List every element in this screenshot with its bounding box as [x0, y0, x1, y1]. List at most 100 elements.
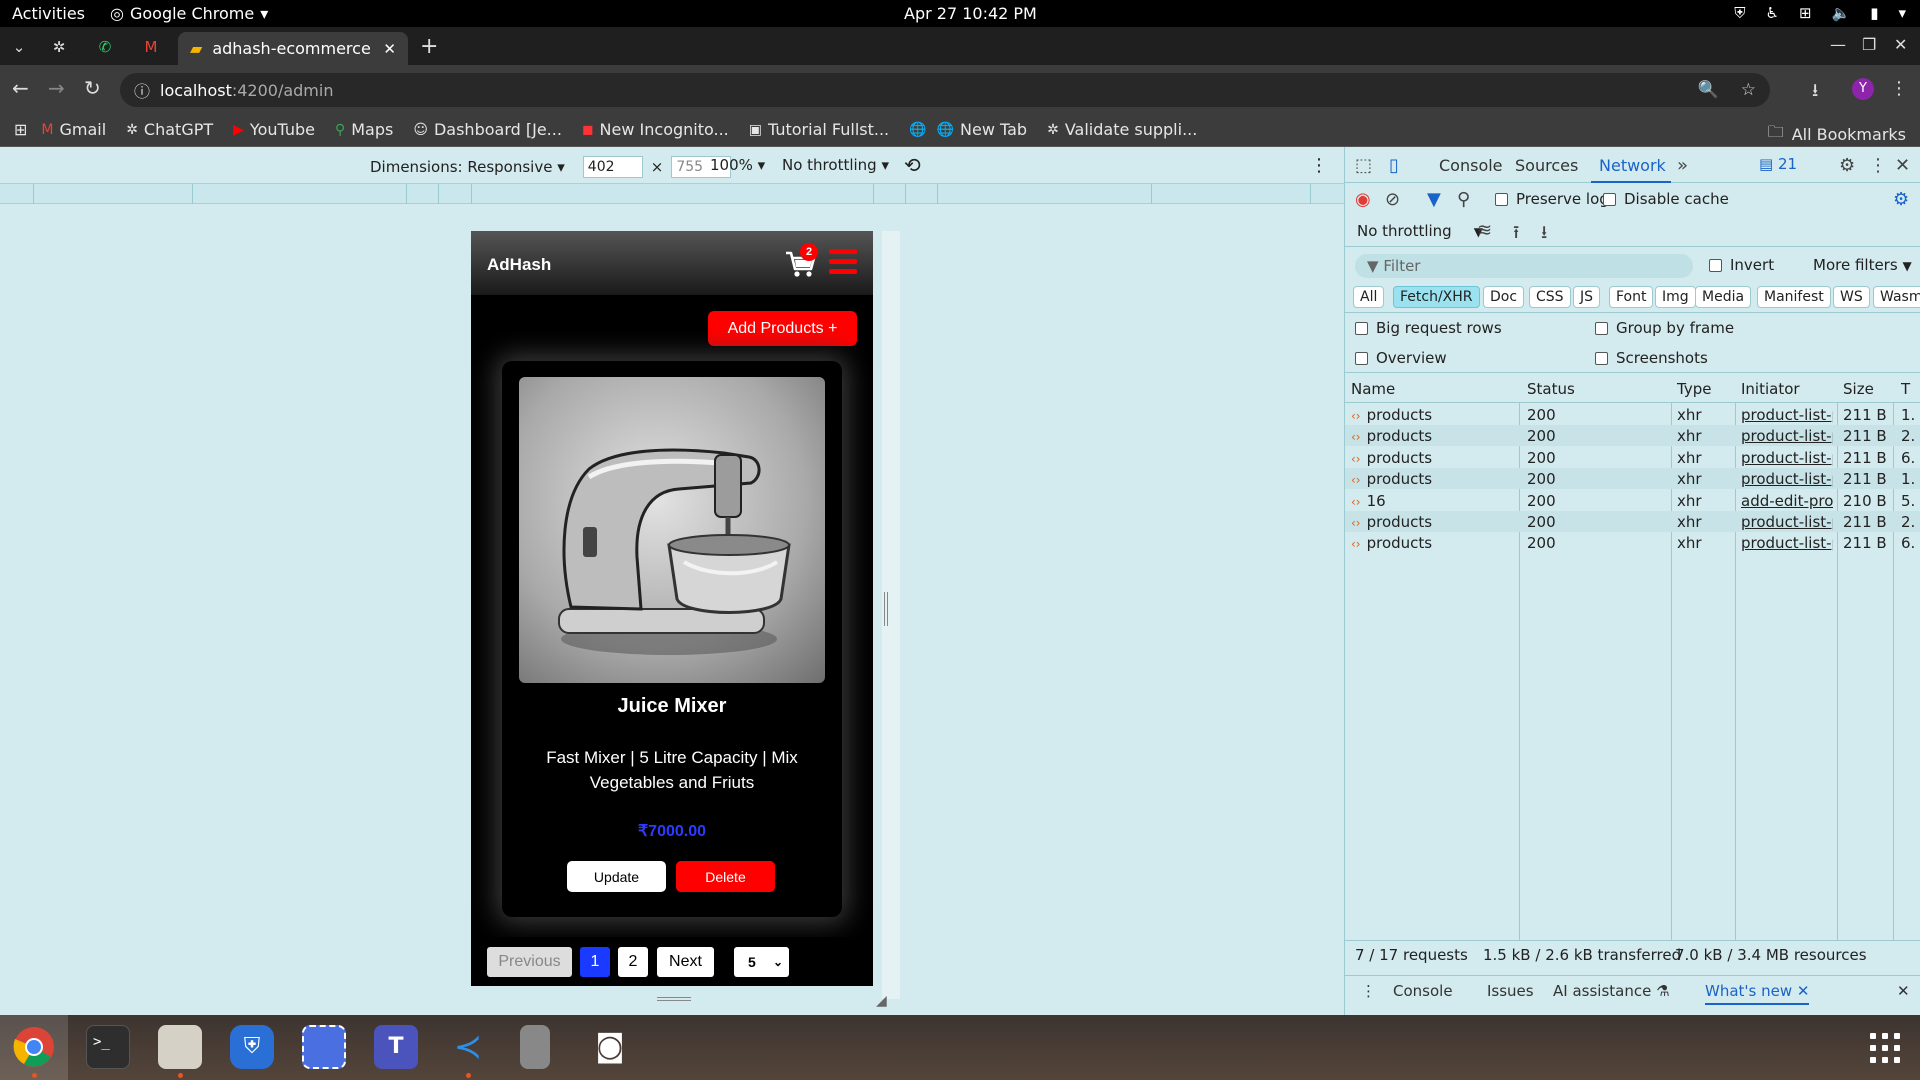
throttling-select[interactable]: No throttling ▾ [782, 156, 889, 174]
volume-icon[interactable]: 🔈 [1832, 4, 1851, 22]
app-menu[interactable]: ◎ Google Chrome ▾ [110, 4, 268, 23]
page-1-button[interactable]: 1 [580, 947, 610, 977]
chrome-menu-icon[interactable]: ⋮ [1890, 78, 1908, 99]
close-tab-icon[interactable]: ✕ [383, 40, 396, 58]
gmail-tab-icon[interactable]: M [140, 36, 162, 58]
drawer-tab-ai-assistance[interactable]: AI assistance ⚗ [1553, 982, 1670, 1000]
bookmark-gmail[interactable]: M Gmail [41, 120, 106, 139]
chrome-dock-icon[interactable] [12, 1025, 56, 1069]
network-conditions-icon[interactable]: ≋ [1477, 220, 1492, 241]
profile-avatar[interactable]: Y [1852, 78, 1874, 100]
bookmark-globe[interactable]: 🌐 [909, 122, 926, 138]
cell-initiator[interactable]: product-list-pa [1741, 470, 1833, 488]
close-window-icon[interactable]: ✕ [1894, 35, 1907, 54]
restore-icon[interactable]: ❐ [1862, 35, 1876, 54]
type-ws[interactable]: WS [1833, 286, 1870, 308]
bookmark-dashboard[interactable]: ☺ Dashboard [Je... [413, 120, 562, 139]
type-font[interactable]: Font [1609, 286, 1654, 308]
chevron-down-icon[interactable]: ▾ [1898, 4, 1906, 22]
bookmark-validate[interactable]: ✲ Validate suppli... [1047, 120, 1197, 139]
system-tray[interactable]: ⛨ ♿ ⊞ 🔈 ▮ ▾ [1734, 4, 1906, 22]
type-js[interactable]: JS [1573, 286, 1601, 308]
chatgpt-tab-icon[interactable]: ✲ [48, 36, 70, 58]
shield-dock-icon[interactable]: ⛨ [230, 1025, 274, 1069]
column-header-name[interactable]: Name [1351, 380, 1395, 398]
forward-icon[interactable]: → [48, 76, 65, 100]
network-throttling-select[interactable]: No throttling ▼ [1357, 222, 1483, 240]
export-har-icon[interactable]: ⭳ [1541, 220, 1547, 250]
type-all[interactable]: All [1353, 286, 1385, 308]
clear-icon[interactable]: ⊘ [1385, 189, 1400, 210]
record-stop-icon[interactable]: ◉ [1355, 189, 1371, 210]
invert-checkbox[interactable]: Invert [1709, 256, 1774, 274]
cell-initiator[interactable]: product-list-pa [1741, 513, 1833, 531]
address-bar[interactable]: ⓘ localhost :4200/admin 🔍 ☆ [120, 73, 1770, 107]
zoom-icon[interactable]: 🔍 [1698, 80, 1719, 100]
bookmark-tutorial[interactable]: ▣ Tutorial Fullst... [749, 120, 889, 139]
delete-button[interactable]: Delete [676, 861, 775, 892]
whatsapp-tab-icon[interactable]: ✆ [94, 36, 116, 58]
overview-checkbox[interactable]: Overview [1355, 349, 1447, 367]
device-options-icon[interactable]: ⋮ [1310, 155, 1328, 176]
preserve-log-checkbox[interactable]: Preserve log [1495, 190, 1609, 208]
type-img[interactable]: Img [1655, 286, 1696, 308]
column-header-size[interactable]: Size [1843, 380, 1874, 398]
bookmark-chatgpt[interactable]: ✲ ChatGPT [126, 120, 213, 139]
table-row[interactable]: ‹›products 200 xhr product-list-pa 211 B 6. [1345, 447, 1920, 468]
close-devtools-icon[interactable]: ✕ [1895, 155, 1910, 176]
issues-counter[interactable]: ▤ 21 [1759, 155, 1797, 173]
hamburger-menu-icon[interactable] [829, 249, 857, 275]
next-page-button[interactable]: Next [657, 947, 714, 977]
type-fetch-xhr[interactable]: Fetch/XHR [1393, 286, 1480, 308]
table-row[interactable]: ‹›products 200 xhr product-list-pa 211 B 2. [1345, 511, 1920, 532]
drawer-menu-icon[interactable]: ⋮ [1361, 982, 1376, 1000]
shield-icon[interactable]: ⛨ [1734, 4, 1745, 22]
clock[interactable]: Apr 27 10:42 PM [904, 4, 1037, 23]
more-filters-select[interactable]: More filters ▼ [1813, 256, 1912, 274]
column-header-type[interactable]: Type [1677, 380, 1711, 398]
width-resize-handle[interactable] [884, 592, 888, 626]
show-apps-icon[interactable] [1870, 1033, 1900, 1063]
page-size-select[interactable]: 5 ⌄ [734, 947, 789, 977]
filter-funnel-icon[interactable]: ▼ [1427, 189, 1441, 210]
cell-initiator[interactable]: add-edit-produ [1741, 492, 1833, 510]
search-icon[interactable]: ⚲ [1457, 189, 1470, 210]
close-drawer-icon[interactable]: ✕ [1897, 982, 1910, 1000]
files-dock-icon[interactable] [158, 1025, 202, 1069]
group-by-frame-checkbox[interactable]: Group by frame [1595, 319, 1734, 337]
tab-search-icon[interactable]: ⌄ [8, 36, 30, 58]
column-header-initiator[interactable]: Initiator [1741, 380, 1800, 398]
table-row[interactable]: ‹›products 200 xhr product-list-pa 211 B 2. [1345, 425, 1920, 447]
drawer-tab-issues[interactable]: Issues [1487, 982, 1534, 1000]
type-media[interactable]: Media [1695, 286, 1752, 308]
filter-input[interactable]: ▼ Filter [1355, 254, 1693, 278]
bookmark-youtube[interactable]: ▶ YouTube [233, 120, 315, 139]
column-header-status[interactable]: Status [1527, 380, 1575, 398]
activities-button[interactable]: Activities [12, 4, 85, 23]
type-css[interactable]: CSS [1529, 286, 1571, 308]
battery-icon[interactable]: ▮ [1870, 4, 1878, 22]
bookmark-new-incognito[interactable]: ◼ New Incognito... [582, 120, 729, 139]
screenshot-dock-icon[interactable] [302, 1025, 346, 1069]
bookmark-star-icon[interactable]: ☆ [1741, 80, 1756, 100]
all-bookmarks-button[interactable]: 🗀 All Bookmarks [1768, 121, 1906, 148]
devtools-menu-icon[interactable]: ⋮ [1869, 155, 1887, 176]
minimize-icon[interactable]: — [1830, 35, 1846, 54]
tab-sources[interactable]: Sources [1515, 156, 1578, 175]
corner-resize-handle[interactable]: ◢ [876, 993, 887, 1009]
new-tab-button[interactable]: + [420, 34, 438, 59]
page-2-button[interactable]: 2 [618, 947, 648, 977]
dimensions-select[interactable]: Dimensions: Responsive ▾ [370, 158, 565, 176]
update-button[interactable]: Update [567, 861, 666, 892]
drawer-tab-whats-new[interactable]: What's new ✕ [1705, 982, 1810, 1005]
big-request-rows-checkbox[interactable]: Big request rows [1355, 319, 1502, 337]
camera-dock-icon[interactable]: ◙ [588, 1025, 632, 1069]
inspect-element-icon[interactable]: ⬚ [1355, 155, 1372, 176]
disable-cache-checkbox[interactable]: Disable cache [1603, 190, 1729, 208]
add-products-button[interactable]: Add Products + [708, 311, 857, 346]
media-query-ruler[interactable] [0, 183, 1344, 204]
type-wasm[interactable]: Wasm [1873, 286, 1920, 308]
back-icon[interactable]: ← [12, 76, 29, 100]
device-toolbar-icon[interactable]: ▯ [1389, 155, 1399, 176]
network-settings-icon[interactable]: ⚙ [1893, 189, 1909, 210]
